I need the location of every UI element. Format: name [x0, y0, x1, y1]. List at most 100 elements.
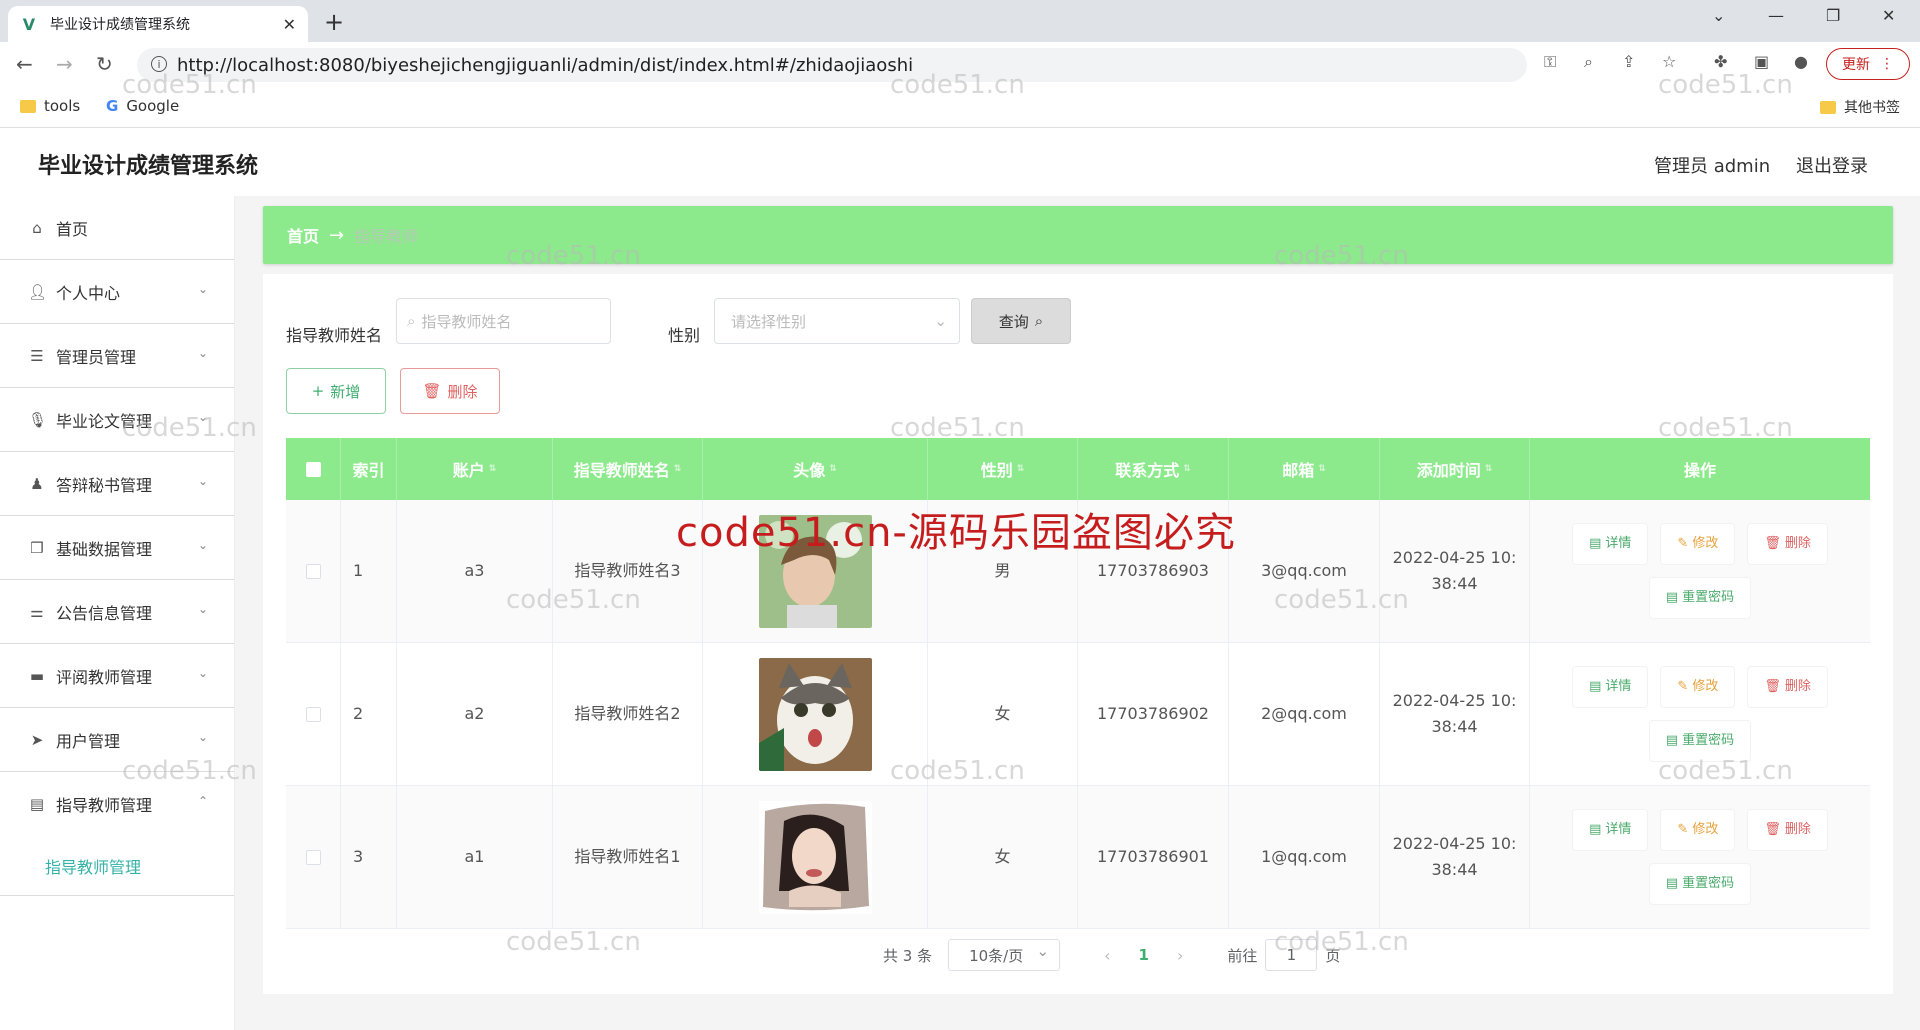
bookmark-star-icon[interactable]: ☆: [1662, 52, 1676, 71]
main-content: 首页 → 指导教师 指导教师姓名 ⌕ 指导教师姓名 性别 请选择性别 ⌄ 查询 …: [235, 196, 1920, 1030]
sort-icon: ⇅: [829, 464, 837, 474]
page-number[interactable]: 1: [1139, 946, 1149, 964]
sidebar-item-users[interactable]: ➤ 用户管理 ⌄: [0, 708, 234, 772]
name-search-input[interactable]: ⌕ 指导教师姓名: [396, 298, 611, 344]
update-label: 更新: [1842, 57, 1870, 73]
col-avatar[interactable]: 头像 ⇅: [703, 438, 928, 500]
browser-tab[interactable]: V 毕业设计成绩管理系统 ✕: [8, 6, 308, 42]
cell-time: 2022-04-25 10:38:44: [1380, 500, 1530, 642]
extensions-icon[interactable]: ✤: [1714, 52, 1727, 71]
key-icon[interactable]: ⚿: [1544, 52, 1556, 72]
url-bar[interactable]: i http://localhost:8080/biyeshejichengji…: [137, 48, 1527, 82]
bookmark-label: 其他书签: [1844, 100, 1900, 116]
row-checkbox[interactable]: [305, 563, 321, 579]
reset-password-button[interactable]: ▤ 重置密码: [1649, 721, 1751, 761]
row-checkbox[interactable]: [305, 849, 321, 865]
detail-button[interactable]: ▤ 详情: [1573, 667, 1648, 707]
next-page-icon[interactable]: ›: [1177, 946, 1183, 965]
share-icon[interactable]: ⇪: [1622, 52, 1635, 71]
sidebar-item-admins[interactable]: ☰ 管理员管理 ⌄: [0, 324, 234, 388]
delete-button[interactable]: 🗑︎ 删除: [1748, 667, 1827, 707]
cell-time: 2022-04-25 10:38:44: [1380, 786, 1530, 928]
reload-icon[interactable]: ↻: [96, 52, 113, 76]
sort-icon: ⇅: [673, 464, 682, 474]
sidebar-subitem-advisor-manage[interactable]: 指导教师管理: [0, 836, 234, 896]
name-search-placeholder: 指导教师姓名: [421, 312, 512, 331]
sidebar-item-basedata[interactable]: ❒ 基础数据管理 ⌄: [0, 516, 234, 580]
breadcrumb-home[interactable]: 首页: [287, 223, 319, 247]
cell-time: 2022-04-25 10:38:44: [1380, 643, 1530, 785]
home-icon: ⌂: [32, 218, 42, 237]
chevron-down-icon: ⌄: [197, 474, 208, 488]
row-checkbox[interactable]: [305, 706, 321, 722]
new-tab-icon[interactable]: +: [324, 8, 344, 36]
trash-icon: 🗑︎: [1764, 822, 1781, 837]
bookmark-tools[interactable]: tools: [20, 97, 80, 115]
sort-icon: ⇅: [1183, 464, 1191, 474]
col-name[interactable]: 指导教师姓名 ⇅: [553, 438, 703, 500]
address-bar-row: ← → ↻ i http://localhost:8080/biyeshejic…: [0, 42, 1920, 88]
sidebar-item-thesis[interactable]: 🎙︎ 毕业论文管理 ⌄: [0, 388, 234, 452]
avatar-image[interactable]: [758, 800, 872, 914]
cell-email: 2@qq.com: [1229, 643, 1380, 785]
reset-password-button[interactable]: ▤ 重置密码: [1649, 578, 1751, 618]
col-gender[interactable]: 性别 ⇅: [928, 438, 1078, 500]
sidepanel-icon[interactable]: ▣: [1754, 52, 1769, 71]
avatar-image[interactable]: [758, 657, 872, 771]
sidebar-item-reviewer[interactable]: ▬ 评阅教师管理 ⌄: [0, 644, 234, 708]
edit-button[interactable]: ✎ 修改: [1661, 667, 1735, 707]
add-button[interactable]: + 新增: [286, 368, 386, 414]
zoom-icon[interactable]: ⌕: [1584, 52, 1593, 72]
update-button[interactable]: 更新 ⋮: [1826, 48, 1910, 80]
col-phone[interactable]: 联系方式 ⇅: [1078, 438, 1229, 500]
back-icon[interactable]: ←: [16, 52, 33, 76]
sidebar-item-advisor[interactable]: ▤ 指导教师管理 ⌃: [0, 772, 234, 836]
sidebar-item-label: 指导教师管理: [56, 796, 153, 815]
prev-page-icon[interactable]: ‹: [1104, 946, 1110, 965]
page-size-select[interactable]: 10条/页: [948, 939, 1061, 971]
col-email[interactable]: 邮箱 ⇅: [1229, 438, 1380, 500]
profile-icon[interactable]: ●: [1794, 52, 1808, 71]
col-account[interactable]: 账户 ⇅: [397, 438, 553, 500]
chevron-down-icon: ⌄: [197, 282, 208, 296]
cell-actions: ▤ 详情 ✎ 修改 🗑︎ 删除 ▤ 重置密码: [1530, 643, 1870, 785]
edit-button[interactable]: ✎ 修改: [1661, 524, 1735, 564]
select-all-checkbox[interactable]: [305, 461, 321, 477]
close-tab-icon[interactable]: ✕: [283, 15, 296, 34]
bookmark-google[interactable]: G Google: [106, 97, 179, 115]
query-button[interactable]: 查询 ⌕: [971, 298, 1071, 344]
site-info-icon[interactable]: i: [151, 56, 167, 72]
edit-button[interactable]: ✎ 修改: [1661, 810, 1735, 850]
detail-button[interactable]: ▤ 详情: [1573, 810, 1648, 850]
cell-avatar: [703, 786, 928, 928]
detail-button[interactable]: ▤ 详情: [1573, 524, 1648, 564]
sidebar-item-secretary[interactable]: ♟ 答辩秘书管理 ⌄: [0, 452, 234, 516]
cell-index: 3: [341, 786, 397, 928]
reset-password-button[interactable]: ▤ 重置密码: [1649, 864, 1751, 904]
pagination: 共 3 条 10条/页 ‹ 1 › 前往 1 页: [883, 938, 1340, 972]
delete-button[interactable]: 🗑︎ 删除: [1748, 810, 1827, 850]
gender-select[interactable]: 请选择性别 ⌄: [714, 298, 960, 344]
sidebar-item-personal[interactable]: 👤︎ 个人中心 ⌄: [0, 260, 234, 324]
minimize-icon[interactable]: —: [1768, 6, 1784, 25]
tab-search-icon[interactable]: ⌄: [1712, 6, 1725, 25]
logout-link[interactable]: 退出登录: [1796, 152, 1868, 178]
delete-button[interactable]: 🗑︎ 删除: [1748, 524, 1827, 564]
sort-icon: ⇅: [1016, 464, 1025, 474]
batch-delete-button[interactable]: 🗑︎ 删除: [400, 368, 500, 414]
restore-icon[interactable]: ❐: [1826, 6, 1840, 25]
forward-icon[interactable]: →: [56, 52, 73, 76]
mic-icon: 🎙︎: [28, 410, 48, 429]
goto-suffix: 页: [1325, 946, 1341, 965]
sidebar-item-notice[interactable]: ⚌ 公告信息管理 ⌄: [0, 580, 234, 644]
col-time[interactable]: 添加时间 ⇅: [1380, 438, 1530, 500]
goto-page-input[interactable]: 1: [1265, 939, 1318, 971]
browser-tab-strip: V 毕业设计成绩管理系统 ✕ + ⌄ — ❐ ✕: [0, 0, 1920, 42]
sidebar-item-home[interactable]: ⌂ 首页: [0, 196, 234, 260]
doc-icon: ▤: [1589, 679, 1602, 694]
chevron-down-icon: ⌄: [934, 312, 947, 330]
window-close-icon[interactable]: ✕: [1882, 6, 1895, 25]
doc-icon: ▤: [1665, 876, 1679, 891]
arrow-right-icon: →: [329, 224, 345, 246]
other-bookmarks[interactable]: 其他书签: [1820, 97, 1900, 117]
